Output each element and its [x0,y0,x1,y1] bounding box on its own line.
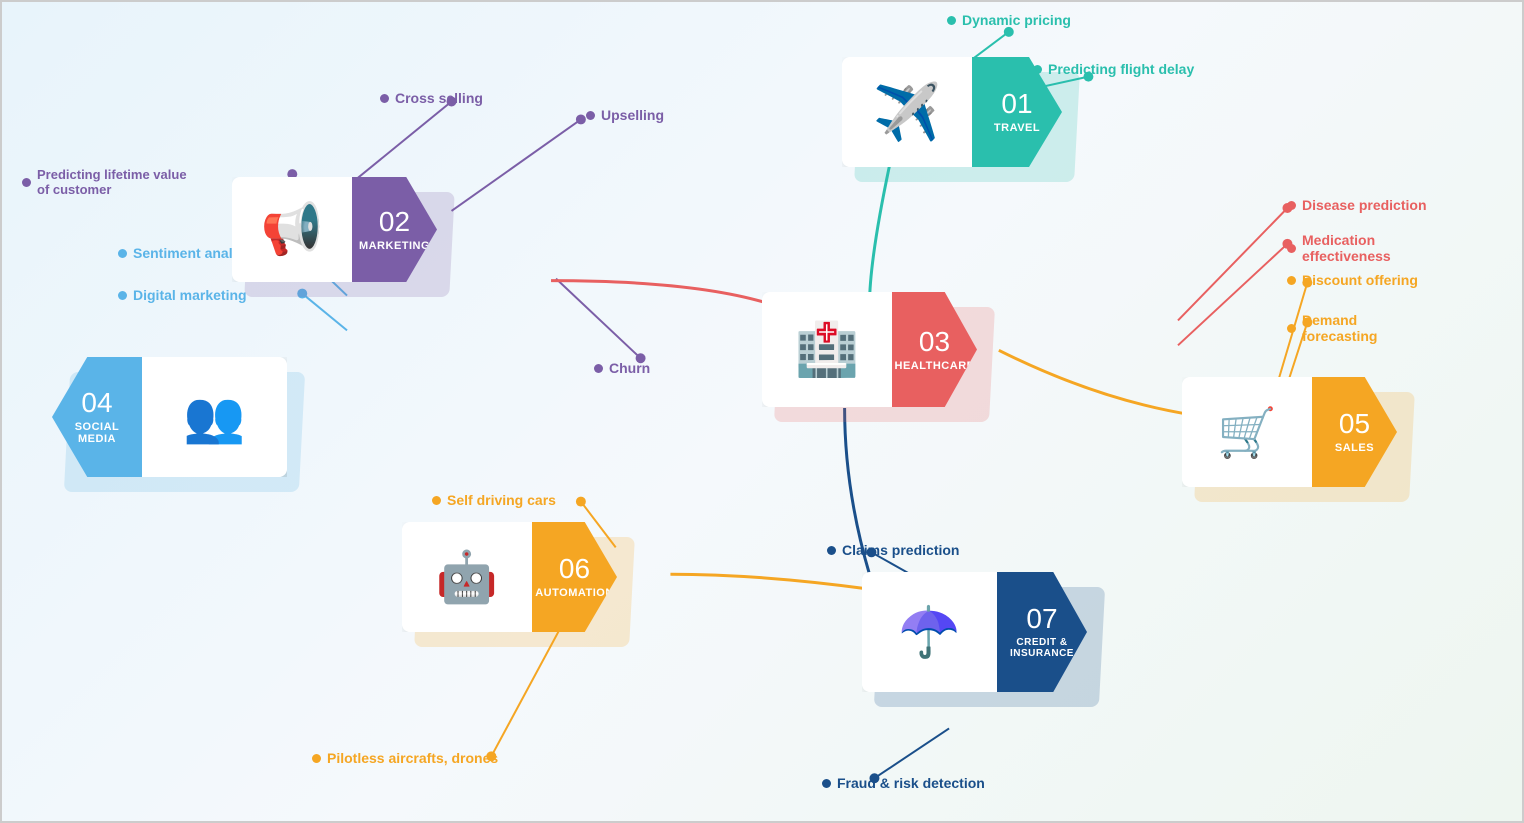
pilotless-label: Pilotless aircrafts, drones [312,750,498,766]
digital-marketing-label: Digital marketing [118,287,247,303]
sales-number: 05 [1339,410,1370,438]
demand-label: Demandforecasting [1287,312,1377,344]
credit-card: ☂️ 07 CREDIT &INSURANCE [862,572,1087,692]
fraud-label: Fraud & risk detection [822,775,985,791]
automation-title: AUTOMATION [535,587,614,599]
travel-card: ✈️ 01 TRAVEL [842,57,1062,167]
healthcare-card: 🏥 03 HEALTHCARE [762,292,977,407]
healthcare-title: HEALTHCARE [895,360,975,372]
social-number: 04 [81,389,112,417]
sales-card: 🛒 05 SALES [1182,377,1397,487]
medication-label: Medicationeffectiveness [1287,232,1391,264]
infographic-container: ✈️ 01 TRAVEL 📢 02 MARKETING 🏥 [0,0,1524,823]
marketing-title: MARKETING [359,240,430,252]
predicting-lifetime-label: Predicting lifetime valueof customer [22,167,187,197]
discount-text: Discount offering [1302,272,1418,288]
fraud-text: Fraud & risk detection [837,775,985,791]
dynamic-pricing-label: Dynamic pricing [947,12,1071,28]
healthcare-number: 03 [919,328,950,356]
claims-label: Claims prediction [827,542,959,558]
disease-prediction-label: Disease prediction [1287,197,1427,213]
discount-label: Discount offering [1287,272,1418,288]
automation-card: 🤖 06 AUTOMATION [402,522,617,632]
churn-text: Churn [609,360,650,376]
disease-prediction-text: Disease prediction [1302,197,1427,213]
claims-text: Claims prediction [842,542,959,558]
churn-label: Churn [594,360,650,376]
marketing-number: 02 [379,208,410,236]
upselling-label: Upselling [586,107,664,123]
social-title: SOCIAL MEDIA [64,421,130,445]
pilotless-text: Pilotless aircrafts, drones [327,750,498,766]
demand-text: Demandforecasting [1302,312,1377,344]
credit-title: CREDIT &INSURANCE [1010,637,1074,659]
upselling-text: Upselling [601,107,664,123]
dynamic-pricing-text: Dynamic pricing [962,12,1071,28]
sales-title: SALES [1335,442,1374,454]
marketing-card: 📢 02 MARKETING [232,177,437,282]
credit-number: 07 [1026,605,1057,633]
automation-number: 06 [559,555,590,583]
digital-marketing-text: Digital marketing [133,287,247,303]
travel-title: TRAVEL [994,122,1040,134]
cross-selling-text: Cross selling [395,90,483,106]
self-driving-label: Self driving cars [432,492,556,508]
predicting-lifetime-text: Predicting lifetime valueof customer [37,167,187,197]
cross-selling-label: Cross selling [380,90,483,106]
travel-number: 01 [1001,90,1032,118]
self-driving-text: Self driving cars [447,492,556,508]
medication-text: Medicationeffectiveness [1302,232,1391,264]
social-card: 04 SOCIAL MEDIA 👥 [52,357,287,477]
